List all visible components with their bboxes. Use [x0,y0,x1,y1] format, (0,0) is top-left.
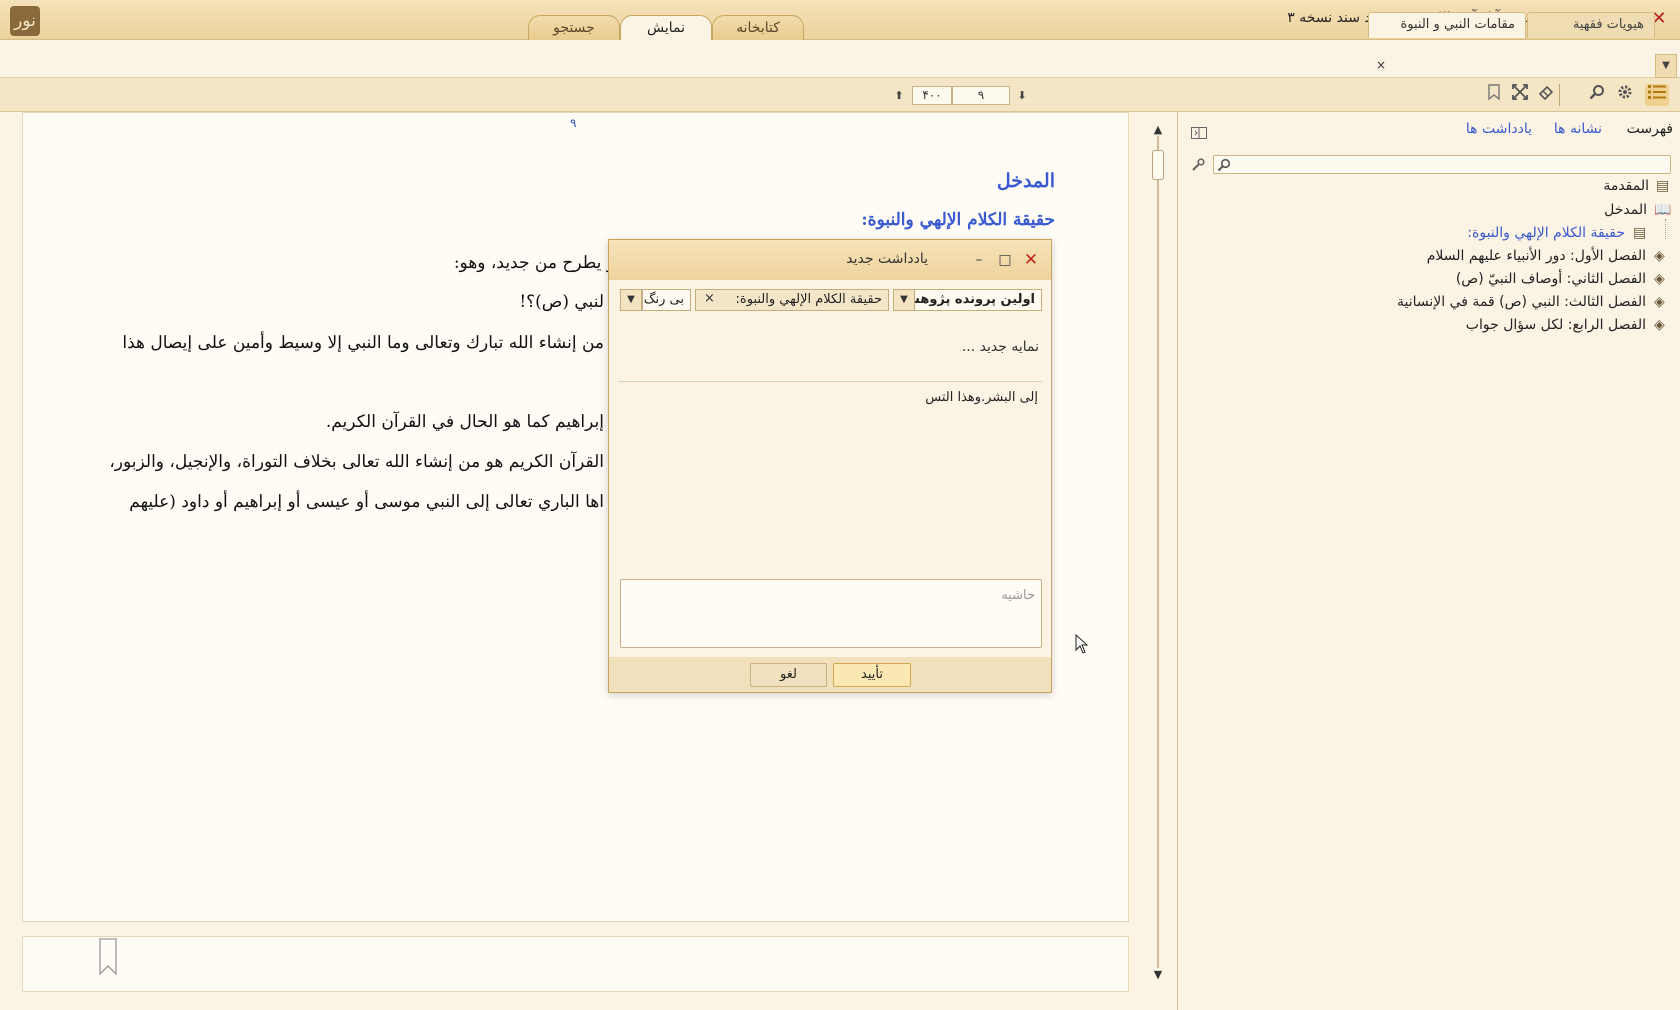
doc-tab-hiwiyat[interactable]: هيويات فقهية [1527,12,1655,38]
page-icon: ▤ [1656,178,1670,194]
confirm-button[interactable]: تأیید [833,663,911,687]
dialog-maximize-button[interactable]: □ [995,251,1015,269]
section-tag-chip[interactable]: حقيقة الكلام الإلهي والنبوة: [695,289,889,311]
divider [618,381,1042,382]
search-icon[interactable] [1217,157,1233,173]
heading-haqiqa: حقيقة الكلام الإلهي والنبوة: [861,210,1055,230]
current-page-input[interactable]: ۹ [952,86,1010,105]
prev-page-button[interactable]: ⬆ [891,86,907,105]
page-icon: ▤ [1633,225,1647,241]
open-book-icon: 📖 [1654,202,1672,218]
tab-display[interactable]: نمایش [620,15,712,42]
cancel-button[interactable]: لغو [750,663,827,687]
toc-item-muqaddima[interactable]: المقدمة [1603,178,1649,194]
document-tabs-bar [0,40,1680,78]
side-tab-toc[interactable]: فهرست [1627,121,1673,137]
heading-madkhal: المدخل [996,170,1055,192]
dialog-close-button[interactable]: ✕ [1021,251,1041,269]
section-tag-label: حقيقة الكلام الإلهي والنبوة: [735,292,882,307]
color-select[interactable]: بی رنگ [642,289,691,311]
margin-placeholder: حاشیه [1001,588,1035,603]
closed-book-icon: ◈ [1654,248,1665,264]
app-logo: نور [10,6,40,36]
text-line: إبراهيم كما هو الحال في القرآن الكريم. [325,412,604,432]
tabs-dropdown-button[interactable]: ▼ [1655,54,1677,78]
tree-line [1665,219,1666,239]
eraser-icon[interactable] [1534,84,1558,106]
chevron-down-icon[interactable]: ▼ [893,289,915,311]
fullscreen-icon[interactable] [1508,84,1532,106]
toc-search-input[interactable] [1213,155,1671,174]
toc-item-madkhal[interactable]: المدخل [1604,202,1647,218]
tab-library[interactable]: کتابخانه [712,15,804,41]
toc-item-fasl-1[interactable]: الفصل الأول: دور الأنبياء عليهم السلام [1427,248,1646,264]
dialog-minimize-button[interactable]: – [969,251,989,269]
text-line: لنبي (ص)؟! [519,292,604,312]
next-page-button[interactable]: ⬇ [1014,86,1030,105]
closed-book-icon: ◈ [1654,317,1665,333]
text-line: و يطرح من جديد، وهو: [453,253,615,273]
mouse-cursor-icon [1075,634,1089,654]
scroll-up-arrow[interactable]: ▲ [1150,123,1166,136]
wrench-icon[interactable] [1191,157,1207,173]
total-pages-field: ۴۰۰ [912,86,952,105]
toc-item-fasl-3[interactable]: الفصل الثالث: النبي (ص) قمة في الإنسانية [1397,294,1646,310]
bookmark-icon[interactable] [1482,84,1506,106]
dialog-title: يادداشت جديد [846,251,928,267]
project-select[interactable]: اولين پرونده پژوهشی [894,289,1042,311]
text-line: اها الباري تعالى إلى النبي موسى أو عيسى … [129,492,604,512]
toolbar-separator [1559,84,1560,106]
bookmark-ribbon-icon[interactable] [98,938,118,976]
doc-tab-maqamat[interactable]: مقامات النبي و النبوة [1368,12,1526,38]
side-panel [1177,112,1680,1010]
tab-search[interactable]: جستجو [528,15,620,41]
chevron-down-icon[interactable]: ▼ [620,289,642,311]
text-line: القرآن الكريم هو من إنشاء الله تعالى بخل… [109,452,604,472]
scrollbar-track[interactable] [1157,136,1159,968]
toc-item-haqiqa[interactable]: حقيقة الكلام الإلهي والنبوة: [1467,225,1625,241]
gear-icon[interactable] [1613,84,1637,106]
notes-strip [22,936,1129,992]
note-body-input[interactable]: إلى البشر.وهذا التس [925,390,1038,405]
side-tab-bookmarks[interactable]: نشانه ها [1554,121,1602,137]
note-title-input[interactable]: نمایه جدید ... [962,339,1039,355]
text-line: من إنشاء الله تبارك وتعالى وما النبي إلا… [122,333,604,353]
closed-book-icon: ◈ [1654,294,1665,310]
dialog-footer [609,657,1051,692]
page-number: ۹ [570,116,577,130]
side-tab-notes[interactable]: يادداشت ها [1466,121,1532,137]
scrollbar-thumb[interactable] [1152,150,1164,180]
toc-item-fasl-4[interactable]: الفصل الرابع: لكل سؤال جواب [1466,317,1646,333]
close-tab-icon[interactable]: × [1376,58,1386,72]
closed-book-icon: ◈ [1654,271,1665,287]
toolbar [0,78,1680,112]
toc-item-fasl-2[interactable]: الفصل الثاني: أوصاف النبيّ (ص) [1456,271,1646,287]
scroll-down-arrow[interactable]: ▼ [1150,968,1166,981]
panel-dock-icon[interactable] [1191,124,1207,139]
remove-tag-icon[interactable]: × [704,291,715,306]
margin-textarea[interactable] [620,579,1042,648]
toc-list-icon[interactable] [1645,84,1669,106]
search-icon[interactable] [1585,84,1609,106]
